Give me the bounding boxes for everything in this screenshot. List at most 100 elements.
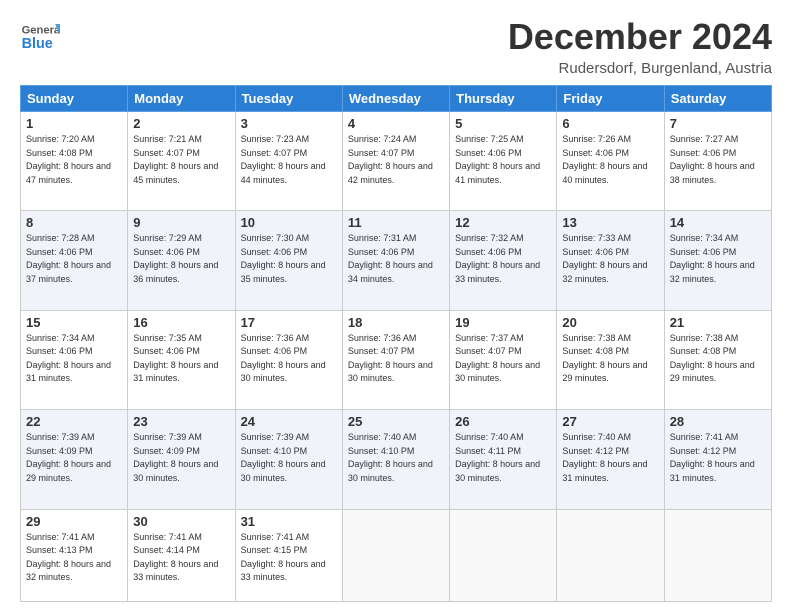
day-number: 29	[26, 514, 122, 529]
day-number: 24	[241, 414, 337, 429]
weekday-header-saturday: Saturday	[664, 86, 771, 112]
day-number: 12	[455, 215, 551, 230]
calendar-cell	[557, 509, 664, 602]
calendar-cell: 1Sunrise: 7:20 AMSunset: 4:08 PMDaylight…	[21, 112, 128, 211]
day-info: Sunrise: 7:30 AMSunset: 4:06 PMDaylight:…	[241, 232, 337, 286]
calendar-cell: 3 Sunrise: 7:23 AMSunset: 4:07 PMDaylight…	[235, 112, 342, 211]
day-info: Sunrise: 7:34 AMSunset: 4:06 PMDaylight:…	[670, 232, 766, 286]
weekday-header-friday: Friday	[557, 86, 664, 112]
weekday-header-monday: Monday	[128, 86, 235, 112]
day-number: 8	[26, 215, 122, 230]
day-info: Sunrise: 7:36 AMSunset: 4:06 PMDaylight:…	[241, 332, 337, 386]
month-title: December 2024	[508, 16, 772, 58]
calendar-cell: 14Sunrise: 7:34 AMSunset: 4:06 PMDayligh…	[664, 211, 771, 310]
day-number: 25	[348, 414, 444, 429]
weekday-header-thursday: Thursday	[450, 86, 557, 112]
day-info: Sunrise: 7:39 AMSunset: 4:09 PMDaylight:…	[133, 431, 229, 485]
day-number: 19	[455, 315, 551, 330]
day-info: Sunrise: 7:41 AMSunset: 4:14 PMDaylight:…	[133, 531, 229, 585]
weekday-header-wednesday: Wednesday	[342, 86, 449, 112]
day-info: Sunrise: 7:23 AMSunset: 4:07 PMDaylight:…	[241, 133, 337, 187]
calendar-cell: 21 Sunrise: 7:38 AMSunset: 4:08 PMDayligh…	[664, 310, 771, 409]
logo: General Blue	[20, 16, 64, 56]
week-row-2: 8 Sunrise: 7:28 AMSunset: 4:06 PMDaylight…	[21, 211, 772, 310]
calendar-cell: 15Sunrise: 7:34 AMSunset: 4:06 PMDayligh…	[21, 310, 128, 409]
day-number: 27	[562, 414, 658, 429]
calendar-cell: 22Sunrise: 7:39 AMSunset: 4:09 PMDayligh…	[21, 410, 128, 509]
calendar-cell: 5Sunrise: 7:25 AMSunset: 4:06 PMDaylight…	[450, 112, 557, 211]
day-info: Sunrise: 7:38 AMSunset: 4:08 PMDaylight:…	[670, 332, 766, 386]
day-number: 18	[348, 315, 444, 330]
calendar-cell: 25 Sunrise: 7:40 AMSunset: 4:10 PMDayligh…	[342, 410, 449, 509]
calendar-cell: 18 Sunrise: 7:36 AMSunset: 4:07 PMDayligh…	[342, 310, 449, 409]
calendar-cell: 9 Sunrise: 7:29 AMSunset: 4:06 PMDaylight…	[128, 211, 235, 310]
day-number: 30	[133, 514, 229, 529]
weekday-header-tuesday: Tuesday	[235, 86, 342, 112]
day-info: Sunrise: 7:27 AMSunset: 4:06 PMDaylight:…	[670, 133, 766, 187]
calendar-cell: 13 Sunrise: 7:33 AMSunset: 4:06 PMDayligh…	[557, 211, 664, 310]
day-info: Sunrise: 7:24 AMSunset: 4:07 PMDaylight:…	[348, 133, 444, 187]
day-number: 1	[26, 116, 122, 131]
weekday-header-sunday: Sunday	[21, 86, 128, 112]
day-info: Sunrise: 7:40 AMSunset: 4:11 PMDaylight:…	[455, 431, 551, 485]
calendar-cell: 7 Sunrise: 7:27 AMSunset: 4:06 PMDaylight…	[664, 112, 771, 211]
calendar-cell: 11 Sunrise: 7:31 AMSunset: 4:06 PMDayligh…	[342, 211, 449, 310]
day-number: 4	[348, 116, 444, 131]
calendar-cell: 19 Sunrise: 7:37 AMSunset: 4:07 PMDayligh…	[450, 310, 557, 409]
calendar-cell: 28Sunrise: 7:41 AMSunset: 4:12 PMDayligh…	[664, 410, 771, 509]
day-number: 7	[670, 116, 766, 131]
calendar-cell: 23Sunrise: 7:39 AMSunset: 4:09 PMDayligh…	[128, 410, 235, 509]
calendar-cell: 12 Sunrise: 7:32 AMSunset: 4:06 PMDayligh…	[450, 211, 557, 310]
week-row-3: 15Sunrise: 7:34 AMSunset: 4:06 PMDayligh…	[21, 310, 772, 409]
day-number: 21	[670, 315, 766, 330]
calendar-cell: 24 Sunrise: 7:39 AMSunset: 4:10 PMDayligh…	[235, 410, 342, 509]
calendar-cell: 20Sunrise: 7:38 AMSunset: 4:08 PMDayligh…	[557, 310, 664, 409]
day-info: Sunrise: 7:36 AMSunset: 4:07 PMDaylight:…	[348, 332, 444, 386]
day-info: Sunrise: 7:26 AMSunset: 4:06 PMDaylight:…	[562, 133, 658, 187]
calendar-table: SundayMondayTuesdayWednesdayThursdayFrid…	[20, 85, 772, 602]
week-row-4: 22 Sunrise: 7:39 AMSunset: 4:09 PMDayligh…	[21, 410, 772, 509]
day-number: 13	[562, 215, 658, 230]
svg-text:General: General	[22, 25, 60, 37]
day-info: Sunrise: 7:32 AMSunset: 4:06 PMDaylight:…	[455, 232, 551, 286]
day-number: 17	[241, 315, 337, 330]
day-number: 5	[455, 116, 551, 131]
header: General Blue December 2024 Rudersdorf, B…	[20, 16, 772, 77]
day-info: Sunrise: 7:29 AMSunset: 4:06 PMDaylight:…	[133, 232, 229, 286]
weekday-header-row: SundayMondayTuesdayWednesdayThursdayFrid…	[21, 86, 772, 112]
day-number: 16	[133, 315, 229, 330]
calendar-cell: 27 Sunrise: 7:40 AMSunset: 4:12 PMDayligh…	[557, 410, 664, 509]
day-number: 2	[133, 116, 229, 131]
day-number: 22	[26, 414, 122, 429]
day-number: 10	[241, 215, 337, 230]
day-info: Sunrise: 7:37 AMSunset: 4:07 PMDaylight:…	[455, 332, 551, 386]
calendar-cell: 10 Sunrise: 7:30 AMSunset: 4:06 PMDayligh…	[235, 211, 342, 310]
calendar-cell	[450, 509, 557, 602]
day-info: Sunrise: 7:34 AMSunset: 4:06 PMDaylight:…	[26, 332, 122, 386]
day-number: 3	[241, 116, 337, 131]
day-info: Sunrise: 7:41 AMSunset: 4:12 PMDaylight:…	[670, 431, 766, 485]
calendar-cell	[664, 509, 771, 602]
title-block: December 2024 Rudersdorf, Burgenland, Au…	[508, 16, 772, 77]
day-info: Sunrise: 7:33 AMSunset: 4:06 PMDaylight:…	[562, 232, 658, 286]
calendar-cell: 8 Sunrise: 7:28 AMSunset: 4:06 PMDaylight…	[21, 211, 128, 310]
calendar-cell: 2 Sunrise: 7:21 AMSunset: 4:07 PMDaylight…	[128, 112, 235, 211]
day-info: Sunrise: 7:31 AMSunset: 4:06 PMDaylight:…	[348, 232, 444, 286]
day-number: 11	[348, 215, 444, 230]
calendar-cell: 29 Sunrise: 7:41 AMSunset: 4:13 PMDayligh…	[21, 509, 128, 602]
week-row-5: 29 Sunrise: 7:41 AMSunset: 4:13 PMDayligh…	[21, 509, 772, 602]
calendar-cell: 26 Sunrise: 7:40 AMSunset: 4:11 PMDayligh…	[450, 410, 557, 509]
day-info: Sunrise: 7:40 AMSunset: 4:10 PMDaylight:…	[348, 431, 444, 485]
calendar-cell: 4 Sunrise: 7:24 AMSunset: 4:07 PMDaylight…	[342, 112, 449, 211]
day-info: Sunrise: 7:38 AMSunset: 4:08 PMDaylight:…	[562, 332, 658, 386]
day-number: 26	[455, 414, 551, 429]
day-number: 9	[133, 215, 229, 230]
day-info: Sunrise: 7:40 AMSunset: 4:12 PMDaylight:…	[562, 431, 658, 485]
day-info: Sunrise: 7:28 AMSunset: 4:06 PMDaylight:…	[26, 232, 122, 286]
day-info: Sunrise: 7:41 AMSunset: 4:13 PMDaylight:…	[26, 531, 122, 585]
calendar-cell: 6Sunrise: 7:26 AMSunset: 4:06 PMDaylight…	[557, 112, 664, 211]
calendar-cell: 31Sunrise: 7:41 AMSunset: 4:15 PMDayligh…	[235, 509, 342, 602]
day-number: 31	[241, 514, 337, 529]
day-info: Sunrise: 7:39 AMSunset: 4:10 PMDaylight:…	[241, 431, 337, 485]
day-info: Sunrise: 7:21 AMSunset: 4:07 PMDaylight:…	[133, 133, 229, 187]
